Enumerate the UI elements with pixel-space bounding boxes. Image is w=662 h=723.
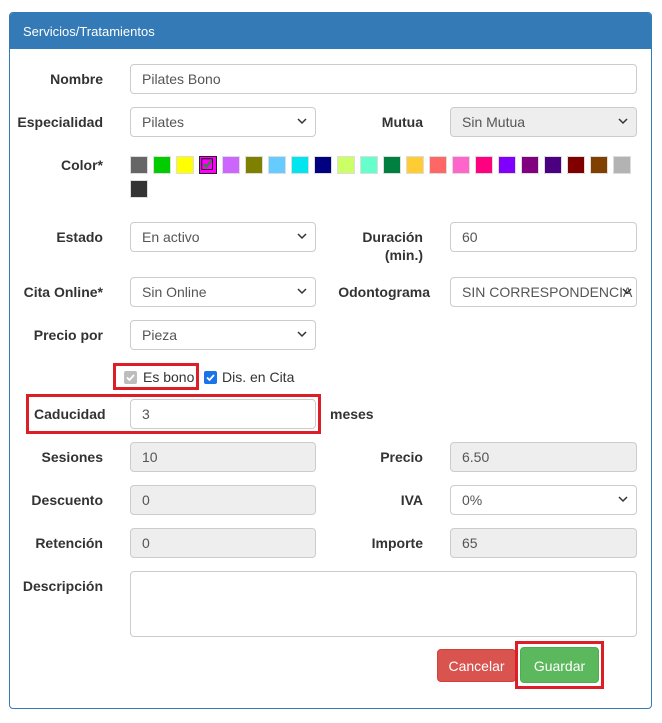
check-icon <box>201 158 213 170</box>
sesiones-label: Sesiones <box>41 449 103 465</box>
estado-label: Estado <box>56 229 103 245</box>
iva-select[interactable]: 0% <box>450 485 637 515</box>
duracion-label: Duración (min.) <box>343 228 423 264</box>
mutua-select[interactable]: Sin Mutua <box>450 107 637 137</box>
cita-online-select[interactable]: Sin Online <box>130 277 316 307</box>
color-swatch[interactable] <box>245 156 263 174</box>
especialidad-value: Pilates <box>142 114 185 130</box>
chevron-down-icon <box>297 118 307 125</box>
mutua-label: Mutua <box>381 114 423 130</box>
cita-online-value: Sin Online <box>142 284 207 300</box>
color-swatch[interactable] <box>498 156 516 174</box>
check-icon <box>126 374 135 382</box>
descuento-input[interactable]: 0 <box>130 485 316 515</box>
color-swatch[interactable] <box>268 156 286 174</box>
dis-en-cita-label: Dis. en Cita <box>222 369 295 385</box>
mutua-value: Sin Mutua <box>462 114 526 130</box>
save-button[interactable]: Guardar <box>520 647 599 683</box>
color-label: Color* <box>61 157 103 173</box>
color-swatch[interactable] <box>383 156 401 174</box>
chevron-down-icon <box>297 288 307 295</box>
color-swatch[interactable] <box>176 156 194 174</box>
retencion-input[interactable]: 0 <box>130 528 316 558</box>
odontograma-select[interactable]: SIN CORRESPONDENCIA <box>450 277 637 307</box>
color-swatch[interactable] <box>521 156 539 174</box>
color-swatch[interactable] <box>406 156 424 174</box>
color-swatch[interactable] <box>590 156 608 174</box>
color-swatch[interactable] <box>567 156 585 174</box>
color-swatch[interactable] <box>199 156 217 174</box>
importe-label: Importe <box>371 535 423 551</box>
color-swatch[interactable] <box>429 156 447 174</box>
color-swatch[interactable] <box>452 156 470 174</box>
especialidad-label: Especialidad <box>17 114 103 130</box>
estado-value: En activo <box>142 229 200 245</box>
caducidad-label: Caducidad <box>34 406 106 422</box>
es-bono-checkbox[interactable] <box>124 371 137 384</box>
panel-title: Servicios/Tratamientos <box>10 13 651 49</box>
precio-label: Precio <box>380 449 423 465</box>
color-swatch[interactable] <box>613 156 631 174</box>
duracion-label-line1: Duración <box>362 229 423 245</box>
descripcion-textarea[interactable] <box>130 571 637 637</box>
precio-por-value: Pieza <box>142 327 178 343</box>
cita-online-label: Cita Online* <box>23 284 103 300</box>
duracion-input[interactable]: 60 <box>450 222 637 252</box>
retencion-label: Retención <box>35 535 103 551</box>
descripcion-label: Descripción <box>22 578 103 594</box>
check-icon <box>206 374 215 382</box>
color-swatch[interactable] <box>222 156 240 174</box>
es-bono-label: Es bono <box>143 369 195 385</box>
color-swatch[interactable] <box>544 156 562 174</box>
estado-select[interactable]: En activo <box>130 222 316 252</box>
color-swatch[interactable] <box>130 180 148 198</box>
color-swatch[interactable] <box>475 156 493 174</box>
importe-input[interactable]: 65 <box>450 528 637 558</box>
precio-input[interactable]: 6.50 <box>450 442 637 472</box>
caducidad-input[interactable]: 3 <box>130 399 316 429</box>
color-swatch[interactable] <box>314 156 332 174</box>
especialidad-select[interactable]: Pilates <box>130 107 316 137</box>
chevron-down-icon <box>297 233 307 240</box>
iva-value: 0% <box>462 492 483 508</box>
precio-por-select[interactable]: Pieza <box>130 320 316 350</box>
chevron-down-icon <box>297 331 307 338</box>
odontograma-label: Odontograma <box>338 284 430 300</box>
chevron-down-icon <box>618 496 628 503</box>
duracion-label-line2: (min.) <box>384 247 423 263</box>
color-swatch[interactable] <box>337 156 355 174</box>
dis-en-cita-checkbox[interactable] <box>204 371 217 384</box>
caducidad-suffix: meses <box>330 406 374 422</box>
cancel-button[interactable]: Cancelar <box>437 649 516 682</box>
iva-label: IVA <box>400 492 423 508</box>
odontograma-value: SIN CORRESPONDENCIA <box>462 284 633 300</box>
color-swatch[interactable] <box>360 156 378 174</box>
descuento-label: Descuento <box>31 492 103 508</box>
chevron-down-icon <box>622 288 632 295</box>
nombre-input[interactable]: Pilates Bono <box>130 64 637 94</box>
color-swatch[interactable] <box>130 156 148 174</box>
color-swatch[interactable] <box>291 156 309 174</box>
precio-por-label: Precio por <box>33 327 103 343</box>
color-swatch[interactable] <box>153 156 171 174</box>
nombre-label: Nombre <box>50 71 103 87</box>
chevron-down-icon <box>618 118 628 125</box>
sesiones-input[interactable]: 10 <box>130 442 316 472</box>
